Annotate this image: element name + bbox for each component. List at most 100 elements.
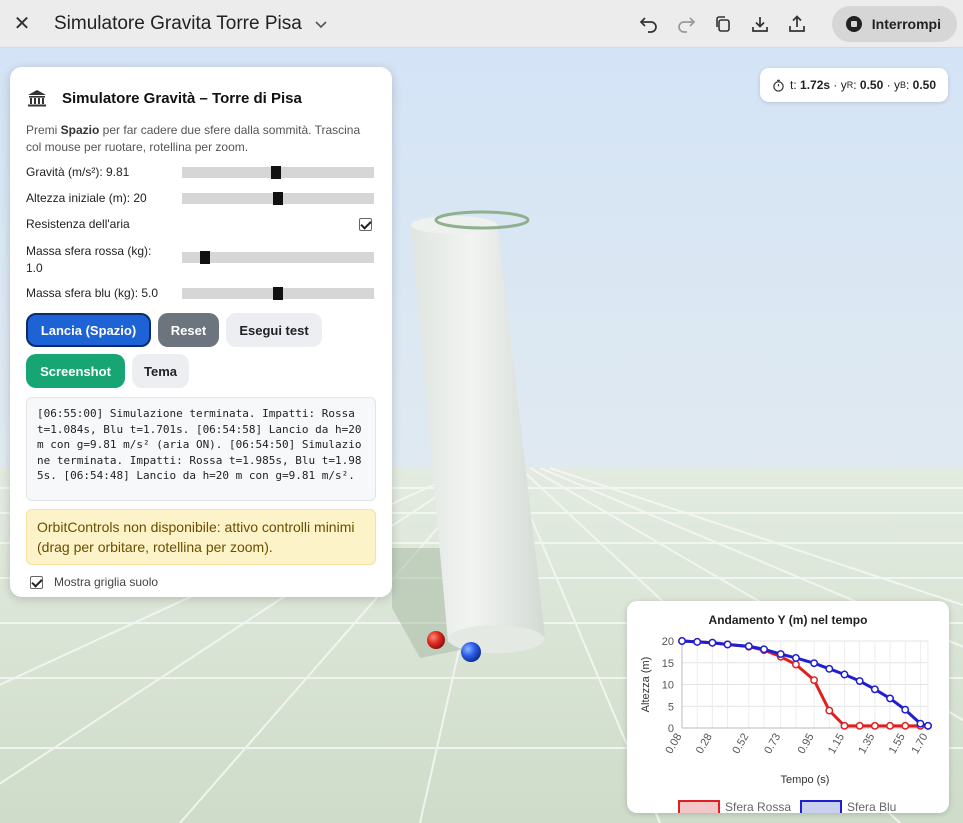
legend-swatch-blue: [800, 800, 842, 813]
air-resistance-label: Resistenza dell'aria: [26, 217, 130, 231]
close-icon[interactable]: ✕: [2, 4, 42, 44]
hud-t-value: 1.72s: [800, 78, 831, 92]
mass-red-slider[interactable]: [182, 251, 374, 264]
data-point-red: [870, 721, 879, 730]
legend-label-blue: Sfera Blu: [847, 800, 896, 813]
mass-red-value: 1.0: [26, 261, 43, 275]
stop-label: Interrompi: [871, 16, 941, 32]
panel-description: Premi Spazio per far cadere due sfere da…: [26, 122, 376, 156]
legend-swatch-red: [678, 800, 720, 813]
launch-button[interactable]: Lancia (Spazio): [26, 313, 151, 347]
data-point-blue: [855, 677, 864, 685]
top-actions: Interrompi: [631, 0, 963, 48]
data-point-red: [791, 660, 800, 669]
mass-blue-slider-thumb[interactable]: [273, 287, 283, 300]
gravity-label: Gravità (m/s²): 9.81: [26, 165, 130, 179]
hud-sep: ·: [833, 78, 838, 92]
x-tick-label: 0.95: [796, 732, 817, 757]
red-sphere: [427, 631, 445, 649]
x-tick-label: 1.70: [909, 732, 930, 757]
share-icon[interactable]: [779, 6, 815, 42]
data-point-blue: [708, 638, 717, 647]
hud-yb-sub: B: [899, 80, 906, 90]
hud-yr-sub: R: [846, 80, 854, 90]
grid-toggle-checkbox[interactable]: [30, 575, 43, 589]
x-tick-label: 1.55: [887, 732, 908, 757]
hud-yr-value: 0.50: [859, 78, 884, 92]
gravity-slider[interactable]: [182, 166, 374, 179]
height-label: Altezza iniziale (m): 20: [26, 191, 147, 205]
air-resistance-row: Resistenza dell'aria: [26, 217, 376, 243]
hud-yb-value: 0.50: [912, 78, 936, 92]
data-point-blue: [886, 694, 894, 703]
copy-icon[interactable]: [705, 6, 741, 42]
x-axis-label: Tempo (s): [781, 774, 830, 786]
undo-icon[interactable]: [631, 6, 667, 42]
height-row: Altezza iniziale (m): 20: [26, 191, 376, 217]
y-tick-label: 10: [662, 680, 674, 692]
data-point-blue: [791, 654, 800, 662]
event-log: [06:55:00] Simulazione terminata. Impatt…: [26, 397, 376, 501]
x-tick-label: 0.52: [730, 732, 751, 757]
data-point-blue: [901, 705, 910, 714]
data-point-blue: [870, 685, 879, 694]
museum-icon: [26, 88, 48, 108]
data-point-blue: [744, 642, 753, 651]
data-point-red: [855, 721, 864, 730]
redo-icon[interactable]: [668, 6, 704, 42]
x-tick-label: 0.73: [762, 732, 783, 757]
data-point-blue: [810, 659, 819, 668]
x-tick-label: 1.35: [856, 732, 877, 757]
screenshot-button[interactable]: Screenshot: [26, 354, 125, 388]
x-tick-label: 0.28: [694, 732, 715, 757]
blue-sphere: [461, 642, 481, 662]
height-slider-thumb[interactable]: [273, 192, 283, 205]
download-icon[interactable]: [742, 6, 778, 42]
data-point-red: [886, 721, 894, 730]
control-panel: Simulatore Gravità – Torre di Pisa Premi…: [10, 67, 392, 597]
mass-blue-slider[interactable]: [182, 287, 374, 300]
data-point-blue: [776, 650, 785, 658]
air-resistance-checkbox[interactable]: [359, 218, 372, 231]
series-line-red: [681, 639, 928, 728]
window-title: Simulatore Gravita Torre Pisa: [54, 12, 302, 34]
theme-button[interactable]: Tema: [132, 354, 189, 388]
mass-blue-label: Massa sfera blu (kg): 5.0: [26, 286, 159, 300]
run-test-button[interactable]: Esegui test: [226, 313, 322, 347]
height-chart: Andamento Y (m) nel tempo051015200.08 0.2…: [640, 613, 932, 813]
height-chart-card: Andamento Y (m) nel tempo 0 5 10 15 20 0.08 0.2…: [627, 601, 949, 813]
y-tick-label: 15: [662, 658, 674, 670]
data-point-blue: [825, 664, 834, 673]
data-point-blue: [924, 721, 932, 730]
legend-label-red: Sfera Rossa: [725, 800, 791, 813]
grid-toggle-label: Mostra griglia suolo: [54, 575, 159, 589]
height-slider[interactable]: [182, 192, 374, 205]
gravity-slider-thumb[interactable]: [271, 166, 281, 179]
data-point-blue: [760, 645, 768, 654]
x-tick-label: 1.15: [826, 732, 847, 757]
data-point-red: [840, 721, 849, 730]
panel-title: Simulatore Gravità – Torre di Pisa: [62, 89, 302, 107]
data-point-blue: [723, 640, 732, 649]
data-point-blue: [916, 719, 925, 728]
chevron-down-icon[interactable]: [314, 17, 328, 31]
mass-red-slider-thumb[interactable]: [200, 251, 210, 264]
hud-t-label: t:: [790, 78, 797, 92]
desc-pre: Premi: [26, 123, 61, 137]
time-readout: t: 1.72s · yR: 0.50 · yB: 0.50: [760, 68, 948, 102]
reset-button[interactable]: Reset: [158, 313, 219, 347]
orbit-warning: OrbitControls non disponibile: attivo co…: [26, 509, 376, 565]
stopwatch-icon: [772, 79, 785, 92]
y-tick-label: 5: [668, 701, 674, 713]
mass-blue-row: Massa sfera blu (kg): 5.0: [26, 286, 376, 313]
series-line-blue: [681, 639, 929, 728]
stop-button[interactable]: Interrompi: [831, 6, 957, 42]
desc-key: Spazio: [60, 123, 100, 137]
y-axis-label: Altezza (m): [640, 657, 652, 713]
hud-sep-2: ·: [886, 78, 891, 92]
x-tick-label: 0.08: [663, 732, 684, 757]
data-point-blue: [840, 670, 849, 679]
chart-title: Andamento Y (m) nel tempo: [709, 613, 868, 627]
mass-red-row: Massa sfera rossa (kg): 1.0: [26, 243, 376, 286]
data-point-red: [901, 721, 910, 730]
